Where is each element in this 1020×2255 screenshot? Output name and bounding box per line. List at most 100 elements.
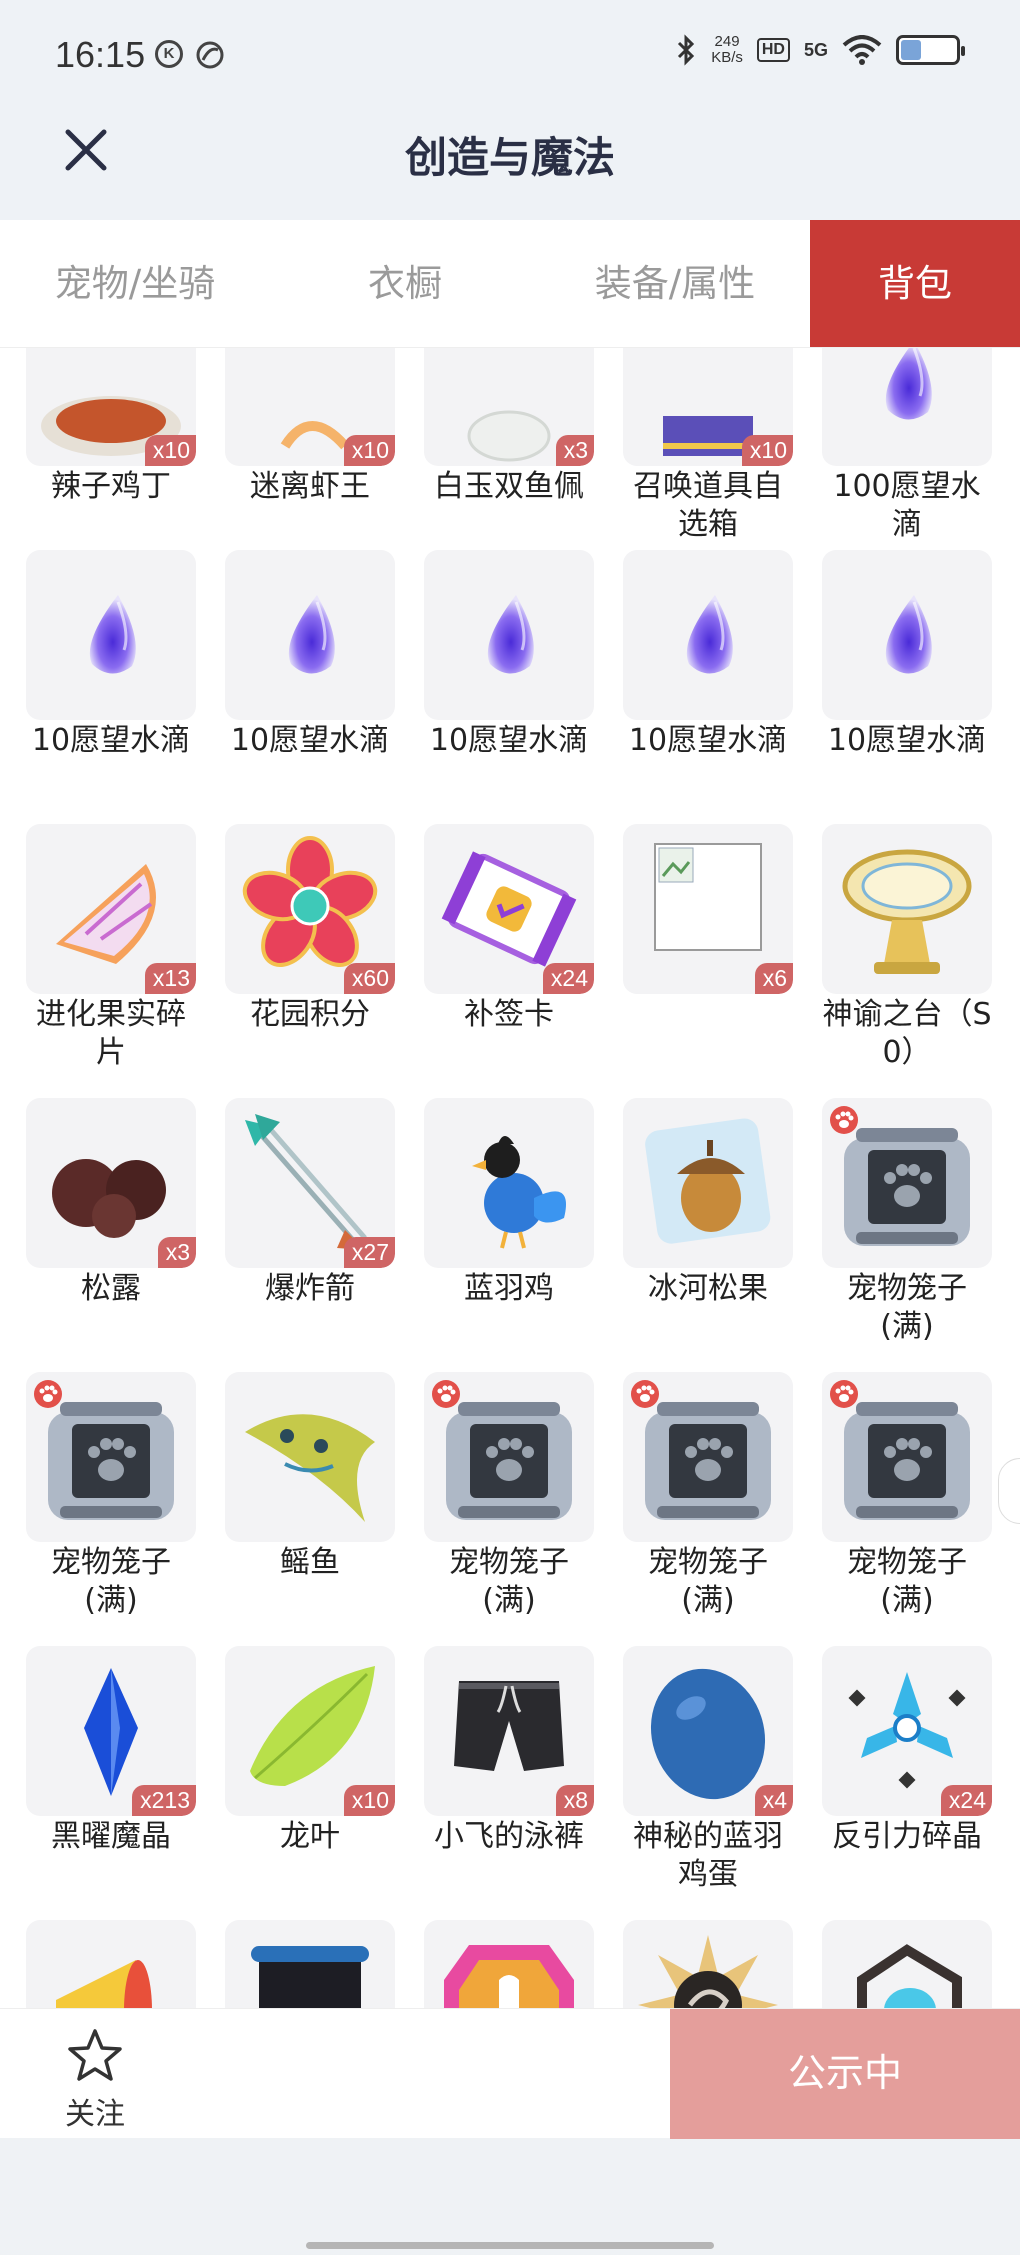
item-thumbnail: x213	[26, 1646, 196, 1816]
inventory-item[interactable]: 鳐鱼	[225, 1372, 395, 1646]
item-thumbnail: x60	[225, 824, 395, 994]
wish-drop-icon	[288, 595, 335, 674]
pet-cage-icon	[830, 1106, 970, 1246]
item-name: 白玉双鱼佩	[434, 469, 584, 504]
inventory-item[interactable]: 宠物笼子(满)	[26, 1372, 196, 1646]
bluetooth-icon	[678, 34, 695, 66]
item-name: 100愿望水滴	[833, 469, 981, 542]
inventory-item[interactable]: x63	[424, 1920, 594, 2008]
inventory-item[interactable]: x24 反引力碎晶	[822, 1646, 992, 1920]
inventory-item[interactable]: x3 松露	[26, 1098, 196, 1372]
inventory-item[interactable]: x10 龙叶	[225, 1646, 395, 1920]
inventory-item[interactable]: x10 迷离虾王	[225, 348, 395, 550]
inventory-item[interactable]: x13 进化果实碎片	[26, 824, 196, 1098]
inventory-item[interactable]: 10愿望水滴	[26, 550, 196, 824]
item-thumbnail: x63	[424, 1920, 594, 2008]
item-thumbnail	[623, 1098, 793, 1268]
inventory-item[interactable]: 冰河松果	[623, 1098, 793, 1372]
inventory-item[interactable]: x9	[822, 1920, 992, 2008]
tab-pets-mounts[interactable]: 宠物/坐骑	[0, 220, 270, 347]
item-thumbnail: x27	[225, 1098, 395, 1268]
battery-icon	[896, 35, 965, 65]
item-name: 鳐鱼	[280, 1545, 340, 1580]
quantity-badge: x213	[132, 1785, 196, 1816]
inventory-item[interactable]: x6	[623, 824, 793, 1098]
pet-cage-icon	[432, 1380, 572, 1520]
tab-equipment[interactable]: 装备/属性	[540, 220, 810, 347]
inventory-item[interactable]: 神谕之台（S0）	[822, 824, 992, 1098]
ice-acorn-icon	[645, 1118, 771, 1244]
inventory-item[interactable]: x3 白玉双鱼佩	[424, 348, 594, 550]
inventory-item[interactable]: 宠物笼子(满)	[822, 1098, 992, 1372]
gem-badge-icon	[444, 1945, 574, 2008]
inventory-item[interactable]: x10 召唤道具自选箱	[623, 348, 793, 550]
inventory-scroll-area[interactable]: x10 辣子鸡丁 x10 迷离虾王 x3 白玉双鱼佩 x10 召唤道具自选箱 100愿望水滴 10…	[0, 348, 1020, 2008]
item-name: 蓝羽鸡	[464, 1271, 554, 1306]
cage-crystal-icon	[857, 1944, 962, 2008]
inventory-item[interactable]: x24 补签卡	[424, 824, 594, 1098]
item-thumbnail: x10	[623, 348, 793, 466]
inventory-item[interactable]: x4 神秘的蓝羽鸡蛋	[623, 1646, 793, 1920]
inventory-item[interactable]: 10愿望水滴	[822, 550, 992, 824]
hd-icon: HD	[756, 38, 790, 62]
item-name: 补签卡	[464, 997, 554, 1032]
item-name: 召唤道具自选箱	[633, 469, 783, 542]
inventory-item[interactable]: x27 爆炸箭	[225, 1098, 395, 1372]
item-thumbnail	[26, 1920, 196, 2008]
pet-cage-icon	[34, 1380, 174, 1520]
quantity-badge: x10	[343, 435, 395, 466]
item-thumbnail: x9	[822, 1920, 992, 2008]
inventory-item[interactable]: 蓝羽鸡	[424, 1098, 594, 1372]
item-name: 冰河松果	[648, 1271, 768, 1306]
item-name: 龙叶	[280, 1819, 340, 1854]
inventory-item[interactable]: x10 辣子鸡丁	[26, 348, 196, 550]
inventory-item[interactable]: 10愿望水滴	[623, 550, 793, 824]
side-float-button[interactable]	[998, 1458, 1020, 1524]
inventory-item[interactable]: 10愿望水滴	[225, 550, 395, 824]
pet-cage-icon	[631, 1380, 771, 1520]
item-thumbnail	[225, 550, 395, 720]
inventory-item[interactable]: x60 花园积分	[225, 824, 395, 1098]
inventory-item[interactable]: 10愿望水滴	[424, 550, 594, 824]
item-name: 进化果实碎片	[36, 997, 186, 1070]
item-thumbnail: x3	[26, 1098, 196, 1268]
item-name: 松露	[81, 1271, 141, 1306]
signal-5g-icon: 5G	[803, 39, 828, 60]
inventory-item[interactable]: x6	[225, 1920, 395, 2008]
inventory-item[interactable]: 宠物笼子(满)	[822, 1372, 992, 1646]
inventory-item[interactable]: x213 黑曜魔晶	[26, 1646, 196, 1920]
leaf-circle-icon	[195, 40, 225, 74]
inventory-item[interactable]: 宠物笼子(满)	[424, 1372, 594, 1646]
quantity-badge: x10	[343, 1785, 395, 1816]
inventory-item[interactable]: x8 小飞的泳裤	[424, 1646, 594, 1920]
item-thumbnail: x4	[623, 1646, 793, 1816]
inventory-item[interactable]: 宠物笼子(满)	[623, 1372, 793, 1646]
item-thumbnail: x25	[623, 1920, 793, 2008]
quantity-badge: x13	[144, 963, 196, 994]
pet-cage-icon	[830, 1380, 970, 1520]
quantity-badge: x60	[343, 963, 395, 994]
quantity-badge: x24	[940, 1785, 992, 1816]
tab-backpack[interactable]: 背包	[810, 220, 1020, 347]
tab-wardrobe[interactable]: 衣橱	[270, 220, 540, 347]
item-name: 花园积分	[250, 997, 370, 1032]
item-thumbnail: x3	[424, 348, 594, 466]
inventory-item[interactable]	[26, 1920, 196, 2008]
home-indicator[interactable]	[306, 2242, 714, 2249]
item-thumbnail: x8	[424, 1646, 594, 1816]
inventory-item[interactable]: x25	[623, 1920, 793, 2008]
follow-button[interactable]: 关注	[40, 2027, 150, 2133]
wish-drop-icon	[885, 348, 932, 420]
item-thumbnail	[424, 1098, 594, 1268]
quantity-badge: x4	[754, 1785, 793, 1816]
publish-status-button[interactable]: 公示中	[670, 2009, 1020, 2139]
sun-swirl-icon	[638, 1935, 778, 2008]
item-name: 10愿望水滴	[827, 723, 987, 758]
item-name: 神秘的蓝羽鸡蛋	[633, 1819, 783, 1892]
item-thumbnail	[424, 550, 594, 720]
status-bar: 16:15 K 249 KB/s HD 5G	[0, 0, 1020, 110]
item-thumbnail	[822, 1098, 992, 1268]
inventory-item[interactable]: 100愿望水滴	[822, 348, 992, 550]
item-name: 宠物笼子(满)	[847, 1545, 967, 1618]
status-time: 16:15	[55, 34, 146, 75]
